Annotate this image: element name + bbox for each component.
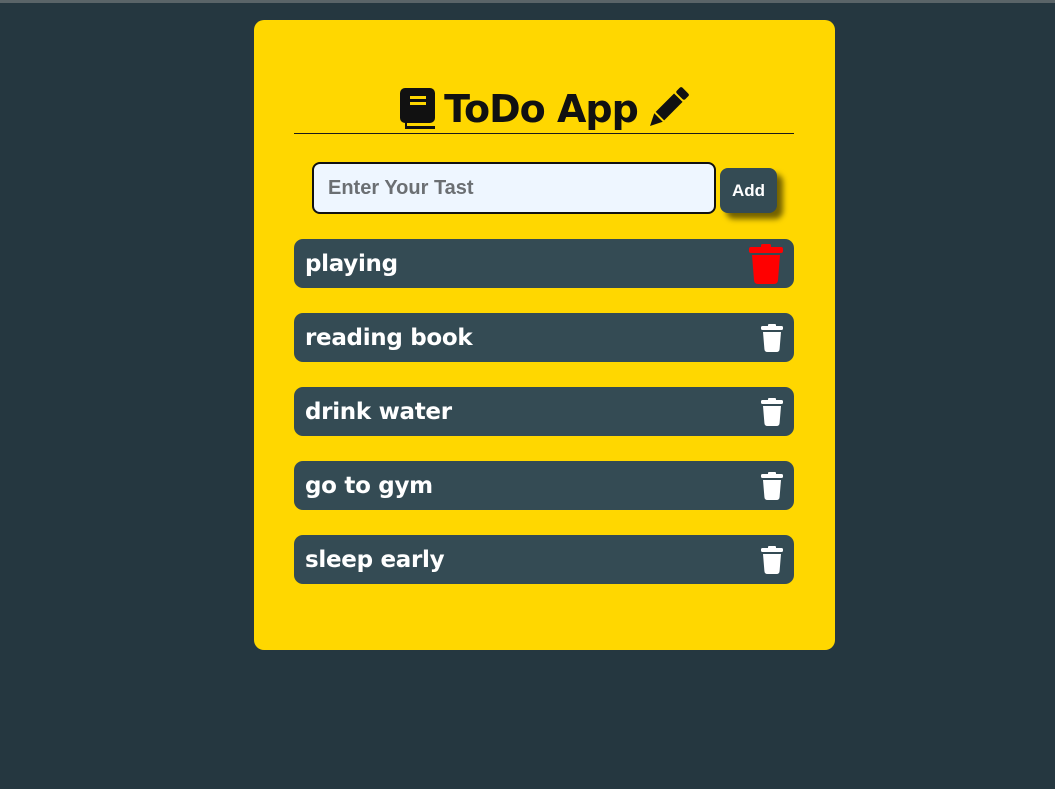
task-label: go to gym — [305, 472, 433, 499]
task-item: go to gym — [294, 461, 794, 510]
trash-icon[interactable] — [760, 545, 784, 574]
task-item: sleep early — [294, 535, 794, 584]
app-header: ToDo App — [294, 84, 794, 134]
todo-card: ToDo App Add playing — [254, 20, 835, 650]
task-label: reading book — [305, 324, 473, 351]
task-label: playing — [305, 250, 398, 277]
trash-icon[interactable] — [760, 323, 784, 352]
browser-top-border — [0, 0, 1055, 3]
trash-icon[interactable] — [748, 243, 784, 284]
task-item: reading book — [294, 313, 794, 362]
app-title: ToDo App — [444, 86, 639, 131]
task-item: playing — [294, 239, 794, 288]
pencil-icon — [644, 86, 690, 132]
trash-icon[interactable] — [760, 397, 784, 426]
task-label: sleep early — [305, 546, 445, 573]
trash-icon[interactable] — [760, 471, 784, 500]
task-input-row: Add — [312, 162, 782, 214]
task-list: playing reading book drink water go to g… — [294, 239, 794, 609]
task-label: drink water — [305, 398, 452, 425]
task-item: drink water — [294, 387, 794, 436]
book-icon — [398, 87, 438, 131]
add-button[interactable]: Add — [720, 168, 777, 213]
task-input[interactable] — [312, 162, 716, 214]
